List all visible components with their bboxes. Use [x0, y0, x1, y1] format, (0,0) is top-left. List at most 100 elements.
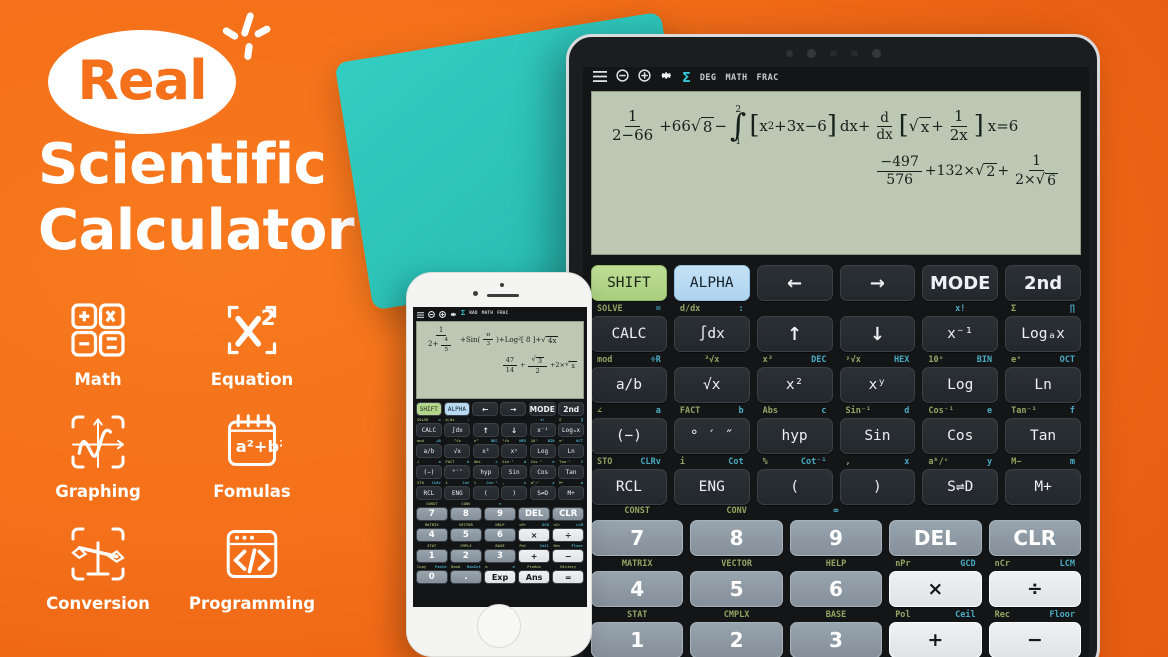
key-alpha[interactable]: ALPHA	[444, 402, 470, 416]
key-0[interactable]: 0	[416, 570, 448, 584]
key-[interactable]: )	[501, 486, 528, 500]
key-hyp[interactable]: hyp	[756, 418, 833, 454]
key-[interactable]: (	[756, 469, 833, 505]
key-shift[interactable]: SHIFT	[591, 265, 667, 301]
key-mode[interactable]: MODE	[922, 265, 999, 301]
phone-calculator-display[interactable]: 1 2+ 4 5 +Sin( π3 ) +Log 2[ 8 ] + √ 4x 47 14 + …	[416, 321, 584, 399]
key-4[interactable]: 4	[416, 528, 448, 542]
key-7[interactable]: 7	[416, 507, 448, 521]
key-x[interactable]: √x	[444, 444, 471, 458]
key-eng[interactable]: ENG	[444, 486, 471, 500]
key-x[interactable]: x⁻¹	[529, 423, 556, 437]
menu-icon[interactable]	[593, 69, 607, 87]
key-2nd[interactable]: 2nd	[558, 402, 584, 416]
key-6[interactable]: 6	[484, 528, 516, 542]
key-m[interactable]: M+	[558, 486, 584, 500]
key-[interactable]: ←	[756, 265, 833, 301]
key-calc[interactable]: CALC	[416, 423, 442, 437]
key-s-d[interactable]: S⇌D	[922, 469, 999, 505]
key-4[interactable]: 4	[591, 571, 684, 607]
zoom-in-icon[interactable]	[638, 69, 651, 87]
key-rcl[interactable]: RCL	[416, 486, 442, 500]
key-dx[interactable]: ∫dx	[444, 423, 471, 437]
key-[interactable]: ↑	[756, 316, 833, 352]
key-calc[interactable]: CALC	[591, 316, 667, 352]
key-sin[interactable]: Sin	[839, 418, 916, 454]
key-3[interactable]: 3	[789, 622, 883, 657]
key-alpha[interactable]: ALPHA	[673, 265, 750, 301]
key-clr[interactable]: CLR	[552, 507, 584, 521]
key-9[interactable]: 9	[789, 520, 883, 556]
key-[interactable]: (	[472, 486, 499, 500]
sigma-icon[interactable]: Σ	[682, 71, 691, 86]
calculator-display[interactable]: 1 2−66 +66 √ 8 − 2 ∫ 1 [ x 2 +3x−6 ] dx + d dx […	[591, 91, 1081, 255]
key-[interactable]: ×	[889, 571, 982, 607]
key-[interactable]: )	[839, 469, 916, 505]
key-hyp[interactable]: hyp	[472, 465, 499, 479]
key-log[interactable]: Log	[922, 367, 999, 403]
key-6[interactable]: 6	[789, 571, 883, 607]
key-x[interactable]: xʸ	[501, 444, 528, 458]
key-9[interactable]: 9	[484, 507, 516, 521]
key-exp[interactable]: Exp	[484, 570, 516, 584]
key-2[interactable]: 2	[450, 549, 482, 563]
key-8[interactable]: 8	[690, 520, 783, 556]
key-cos[interactable]: Cos	[529, 465, 556, 479]
key-[interactable]: (−)	[416, 465, 442, 479]
key-[interactable]: ↓	[839, 316, 916, 352]
key-x[interactable]: √x	[673, 367, 750, 403]
key-rcl[interactable]: RCL	[591, 469, 667, 505]
key-[interactable]: −	[552, 549, 584, 563]
key-ln[interactable]: Ln	[558, 444, 584, 458]
key-[interactable]: −	[988, 622, 1081, 657]
key-sin[interactable]: Sin	[501, 465, 528, 479]
key-1[interactable]: 1	[591, 622, 684, 657]
key-[interactable]: ↓	[501, 423, 528, 437]
key-x[interactable]: x²	[756, 367, 833, 403]
key-ans[interactable]: Ans	[518, 570, 550, 584]
key-tan[interactable]: Tan	[558, 465, 584, 479]
key-[interactable]: .	[450, 570, 482, 584]
key-[interactable]: ÷	[552, 528, 584, 542]
key-5[interactable]: 5	[450, 528, 482, 542]
key-mode[interactable]: MODE	[528, 402, 556, 416]
key-[interactable]: ÷	[988, 571, 1081, 607]
key-[interactable]: ←	[472, 402, 498, 416]
key-[interactable]: +	[518, 549, 550, 563]
key-[interactable]: ×	[518, 528, 550, 542]
key-log-x[interactable]: Logₐx	[1005, 316, 1081, 352]
phone-home-button[interactable]	[477, 604, 521, 648]
key-[interactable]: °′″	[444, 465, 471, 479]
key-[interactable]: +	[889, 622, 982, 657]
key-[interactable]: ° ′ ″	[673, 418, 750, 454]
key-x[interactable]: x⁻¹	[922, 316, 999, 352]
key-log[interactable]: Log	[529, 444, 556, 458]
key-3[interactable]: 3	[484, 549, 516, 563]
key-8[interactable]: 8	[450, 507, 482, 521]
key-x[interactable]: x²	[472, 444, 499, 458]
sigma-icon[interactable]: Σ	[461, 310, 465, 317]
key-eng[interactable]: ENG	[673, 469, 750, 505]
key-2[interactable]: 2	[690, 622, 783, 657]
key-del[interactable]: DEL	[889, 520, 982, 556]
key-x[interactable]: xʸ	[839, 367, 916, 403]
key-[interactable]: →	[500, 402, 527, 416]
zoom-out-icon[interactable]	[616, 69, 629, 87]
gear-icon[interactable]	[660, 69, 673, 87]
key-cos[interactable]: Cos	[922, 418, 999, 454]
key-[interactable]: (−)	[591, 418, 667, 454]
key-7[interactable]: 7	[591, 520, 684, 556]
key-tan[interactable]: Tan	[1005, 418, 1081, 454]
key-2nd[interactable]: 2nd	[1005, 265, 1081, 301]
key-dx[interactable]: ∫dx	[673, 316, 750, 352]
key-log-x[interactable]: Logₐx	[558, 423, 584, 437]
key-[interactable]: =	[552, 570, 584, 584]
key-5[interactable]: 5	[690, 571, 783, 607]
key-del[interactable]: DEL	[518, 507, 550, 521]
key-s-d[interactable]: S⇌D	[529, 486, 556, 500]
key-clr[interactable]: CLR	[988, 520, 1081, 556]
key-m[interactable]: M+	[1005, 469, 1081, 505]
key-shift[interactable]: SHIFT	[416, 402, 442, 416]
key-1[interactable]: 1	[416, 549, 448, 563]
key-[interactable]: ↑	[472, 423, 499, 437]
